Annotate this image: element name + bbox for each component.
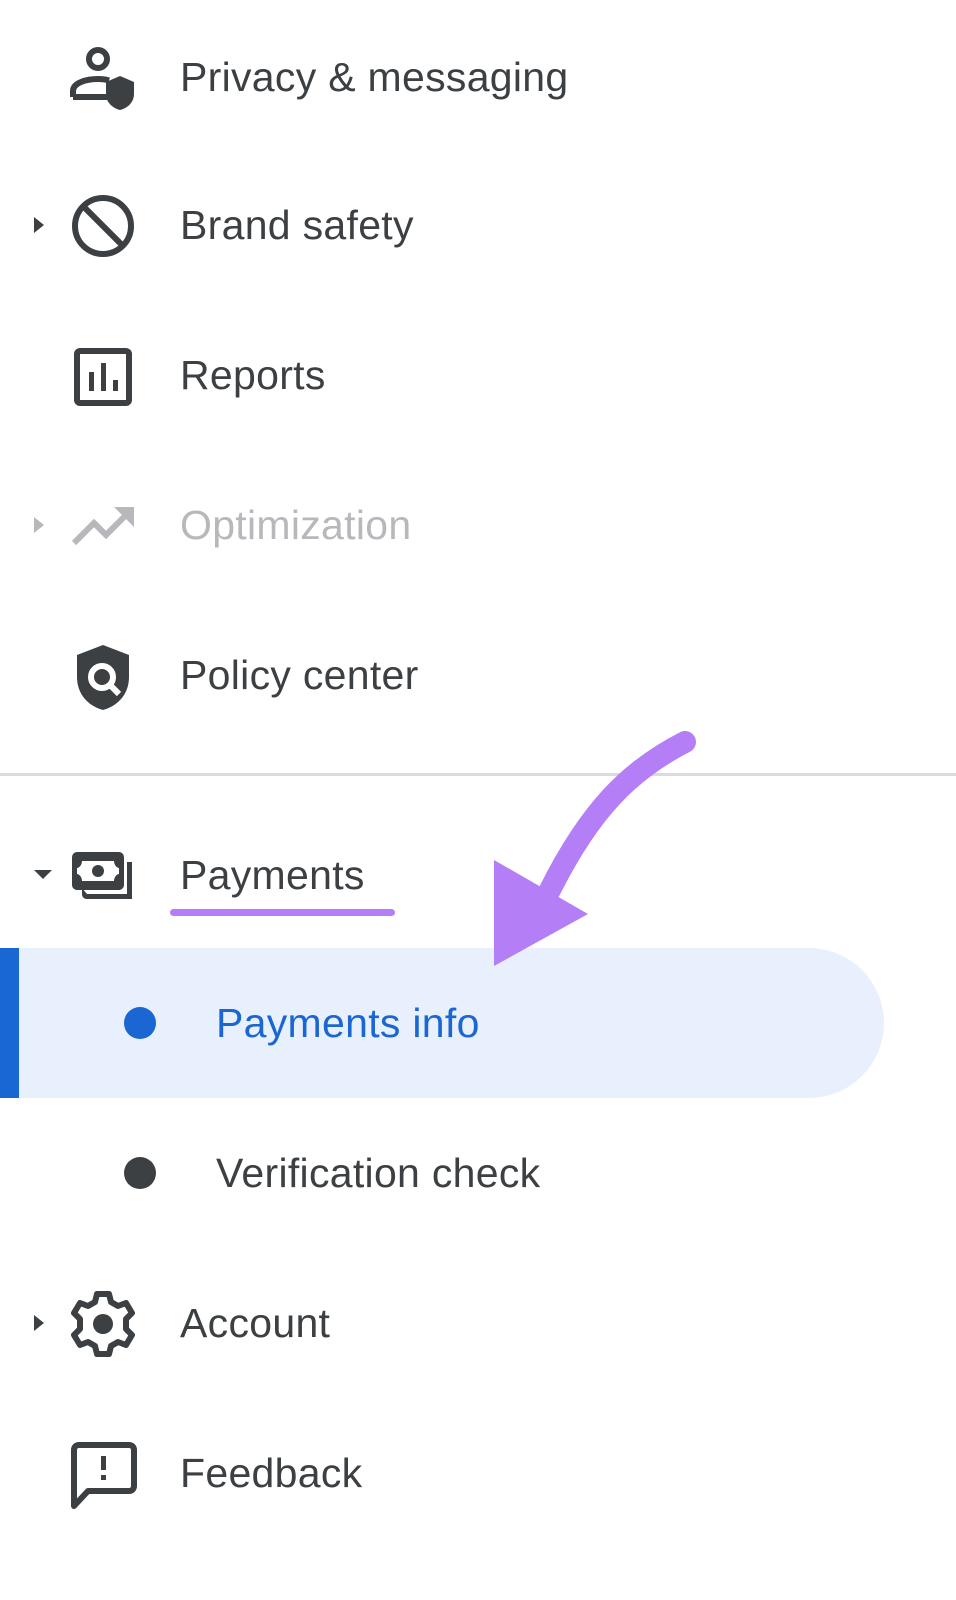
bar-chart-icon (68, 342, 138, 412)
nav-item-brand-safety[interactable]: Brand safety (0, 150, 956, 300)
nav-item-optimization[interactable]: Optimization (0, 450, 956, 600)
expand-caret-icon[interactable] (34, 217, 44, 233)
nav-item-label: Privacy & messaging (180, 54, 569, 100)
privacy-shield-person-icon (68, 42, 138, 112)
nav-item-label: Reports (180, 352, 326, 398)
nav-item-label: Account (180, 1300, 331, 1346)
nav-item-account[interactable]: Account (0, 1250, 956, 1400)
annotation-underline (170, 909, 395, 916)
nav-subitem-verification-check[interactable]: Verification check (0, 1098, 956, 1248)
nav-item-label: Feedback (180, 1450, 363, 1496)
nav-item-policy-center[interactable]: Policy center (0, 600, 956, 750)
bullet-icon (124, 1157, 156, 1189)
expand-caret-icon[interactable] (34, 1315, 44, 1331)
nav-item-label: Optimization (180, 502, 412, 548)
nav-item-feedback[interactable]: Feedback (0, 1400, 956, 1550)
nav-item-label: Brand safety (180, 202, 414, 248)
bullet-icon (124, 1007, 156, 1039)
nav-item-label: Policy center (180, 652, 419, 698)
nav-item-label: Payments (180, 852, 365, 898)
gear-icon (68, 1289, 138, 1359)
block-icon (68, 191, 138, 261)
collapse-caret-icon[interactable] (34, 870, 52, 879)
active-indicator-bar (0, 948, 19, 1098)
feedback-icon (68, 1440, 138, 1510)
policy-shield-search-icon (68, 642, 138, 712)
expand-caret-icon[interactable] (34, 517, 44, 533)
payments-money-icon (68, 840, 138, 910)
nav-subitem-payments-info[interactable]: Payments info (0, 948, 956, 1098)
section-divider (0, 773, 956, 776)
nav-item-privacy-messaging[interactable]: Privacy & messaging (0, 0, 956, 150)
trending-up-icon (68, 491, 138, 561)
nav-item-payments[interactable]: Payments (0, 800, 956, 950)
nav-subitem-label: Payments info (216, 1000, 480, 1046)
nav-item-reports[interactable]: Reports (0, 300, 956, 450)
nav-subitem-label: Verification check (216, 1150, 541, 1196)
